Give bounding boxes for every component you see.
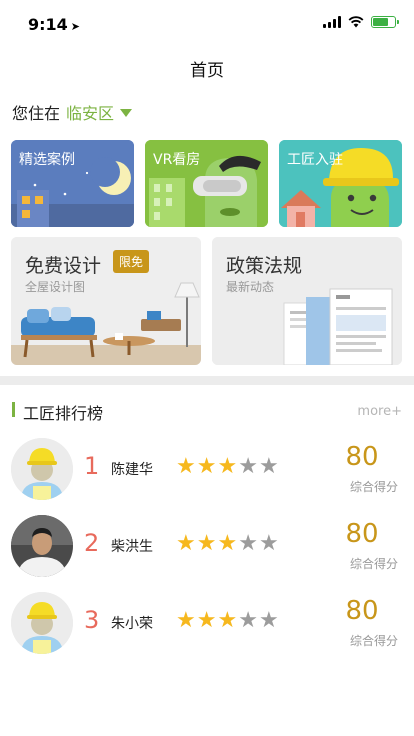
category-craftsman-join[interactable]: 工匠入驻 [279, 140, 402, 227]
status-time: 9:14 ➤ [28, 15, 80, 34]
craftsman-name: 陈建华 [111, 462, 153, 478]
score-label: 综合得分 [349, 557, 398, 571]
score-value: 80 [345, 442, 379, 472]
avatar [11, 438, 73, 500]
star-filled-icon: ★ [217, 608, 238, 633]
section-accent-bar [12, 402, 15, 417]
ranking-row[interactable]: 2 柴洪生 ★ ★ ★ ★ ★ 80 综合得分 [0, 515, 414, 585]
star-rating: ★ ★ ★ ★ ★ [176, 610, 279, 632]
person-photo-avatar [11, 515, 73, 577]
star-empty-icon: ★ [238, 531, 258, 556]
star-empty-icon: ★ [238, 608, 258, 633]
star-filled-icon: ★ [217, 531, 238, 556]
ranking-row[interactable]: 3 朱小荣 ★ ★ ★ ★ ★ 80 综合得分 [0, 592, 414, 662]
promo-title: 政策法规 [226, 255, 303, 277]
score-value: 80 [345, 596, 379, 626]
avatar [11, 515, 73, 577]
star-filled-icon: ★ [217, 454, 238, 479]
score-label: 综合得分 [349, 480, 398, 494]
location-arrow-icon: ➤ [70, 20, 81, 33]
star-filled-icon: ★ [176, 608, 196, 633]
rank-number: 1 [84, 452, 100, 480]
star-empty-icon: ★ [258, 531, 279, 556]
worker-avatar-icon [11, 438, 73, 500]
ranking-header: 工匠排行榜 more+ [12, 400, 402, 423]
wifi-icon [348, 16, 364, 28]
ranking-row[interactable]: 1 陈建华 ★ ★ ★ ★ ★ 80 综合得分 [0, 438, 414, 508]
free-badge: 限免 [113, 250, 150, 273]
star-empty-icon: ★ [258, 608, 279, 633]
promo-subtitle: 最新动态 [226, 280, 275, 294]
star-filled-icon: ★ [196, 454, 217, 479]
location-prefix: 您住在 [12, 104, 61, 123]
more-link[interactable]: more+ [357, 404, 402, 419]
category-label: VR看房 [153, 152, 201, 168]
star-rating: ★ ★ ★ ★ ★ [176, 456, 279, 478]
rank-number: 3 [84, 606, 100, 634]
page-title: 首页 [190, 61, 224, 81]
star-rating: ★ ★ ★ ★ ★ [176, 533, 279, 555]
free-design-card[interactable]: 免费设计 限免 全屋设计图 [11, 237, 201, 365]
star-filled-icon: ★ [196, 531, 217, 556]
star-filled-icon: ★ [196, 608, 217, 633]
star-empty-icon: ★ [258, 454, 279, 479]
score-label: 综合得分 [349, 634, 398, 648]
category-featured-cases[interactable]: 精选案例 [11, 140, 134, 227]
caret-down-icon [120, 109, 133, 117]
score-value: 80 [345, 519, 379, 549]
avatar [11, 592, 73, 654]
category-label: 工匠入驻 [287, 152, 343, 168]
star-empty-icon: ★ [238, 454, 258, 479]
category-label: 精选案例 [19, 152, 75, 168]
ranking-title: 工匠排行榜 [23, 404, 104, 423]
location-selector[interactable]: 您住在 临安区 [12, 100, 133, 124]
worker-avatar-icon [11, 592, 73, 654]
battery-icon [371, 16, 399, 28]
policy-card[interactable]: 政策法规 最新动态 [212, 237, 402, 365]
section-divider [0, 376, 414, 385]
status-icons [323, 16, 399, 28]
star-filled-icon: ★ [176, 531, 196, 556]
craftsman-name: 柴洪生 [111, 539, 153, 555]
rank-number: 2 [84, 529, 100, 557]
star-filled-icon: ★ [176, 454, 196, 479]
promo-title: 免费设计 [25, 255, 102, 277]
category-vr-tour[interactable]: VR看房 [145, 140, 268, 227]
district-name: 临安区 [66, 104, 115, 123]
status-bar: 9:14 ➤ [0, 0, 414, 44]
time-text: 9:14 [28, 15, 68, 34]
signal-icon [323, 16, 341, 28]
craftsman-name: 朱小荣 [111, 616, 153, 632]
promo-subtitle: 全屋设计图 [25, 280, 86, 294]
